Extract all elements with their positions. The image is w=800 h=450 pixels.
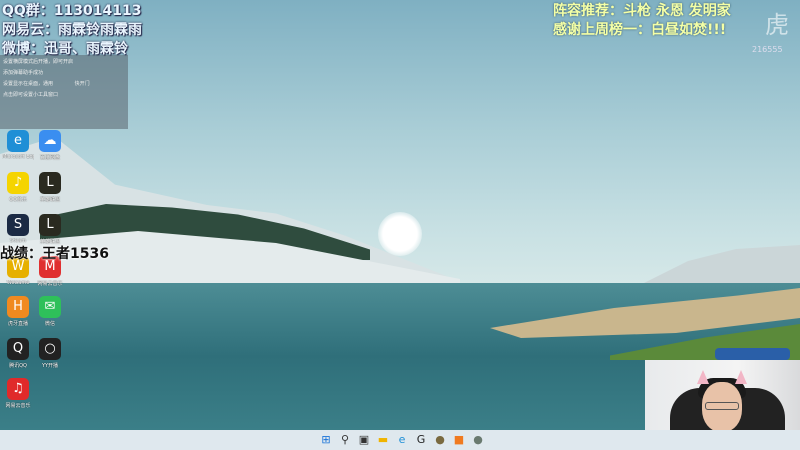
notice-panel: 设置横屏模式后开播，即可开启 添加弹幕助手成功 设置显示在桌面，通用 快开门 点…: [0, 55, 128, 129]
desktop-icon-label: 虎牙直播: [7, 321, 28, 327]
stream-info-right: 阵容推荐：斗枪 永恩 发明家 感谢上周榜一：白昼如焚!!!: [553, 2, 731, 40]
notice-line: 点击即可设置小工具窗口: [3, 92, 59, 98]
weibo-text: 微博：迅哥、雨霖铃: [2, 41, 128, 57]
desktop-icon-label: YY开播: [41, 363, 59, 369]
lineup-text: 阵容推荐：斗枪 永恩 发明家: [553, 3, 731, 19]
notice-line: 设置显示在桌面，通用 快开门: [3, 80, 125, 87]
wallpaper-sun: [378, 212, 422, 256]
desktop-icon-label: 网易云音乐: [37, 281, 63, 287]
desktop-icon-label: QQ音乐: [9, 197, 27, 203]
desktop-icon[interactable]: ♪ QQ音乐: [2, 172, 34, 212]
app-icon: L: [39, 214, 61, 236]
desktop-icon[interactable]: ♫ 网易云音乐: [2, 378, 34, 418]
taskbar-app-g-icon[interactable]: G: [415, 433, 427, 446]
desktop-icon-label: 腾讯QQ: [9, 363, 27, 369]
app-icon: L: [39, 172, 61, 194]
rank-record-text: 战绩：王者1536: [0, 246, 109, 262]
notice-line: 设置横屏模式后开播，即可开启: [3, 59, 74, 65]
stream-info-left: QQ群：113014113 网易云：雨霖铃雨霖雨 微博：迅哥、雨霖铃: [2, 2, 142, 59]
notice-line: 添加弹幕助手成功: [3, 70, 44, 76]
qq-group-text: QQ群：113014113: [2, 3, 142, 19]
app-icon: H: [7, 296, 29, 318]
desktop-icon[interactable]: Q 腾讯QQ: [2, 338, 34, 378]
notice-text: 设置显示在桌面，通用: [3, 81, 54, 87]
app-icon: ○: [39, 338, 61, 360]
desktop-icon[interactable]: ○ YY开播: [34, 338, 66, 378]
desktop-icon[interactable]: L 英雄联盟: [34, 172, 66, 212]
desktop-icon[interactable]: ✉ 微信: [34, 296, 66, 336]
desktop-icon[interactable]: ☁ 百度网盘: [34, 130, 66, 170]
glasses: [705, 402, 739, 410]
desktop-icon[interactable]: H 虎牙直播: [2, 296, 34, 336]
desktop-icon-label: WeGame: [6, 280, 30, 286]
app-icon: S: [7, 214, 29, 236]
taskbar-edge-icon[interactable]: e: [396, 433, 408, 446]
app-icon: ✉: [39, 296, 61, 318]
desktop-icon-label: 英雄联盟: [39, 197, 60, 203]
taskbar-search-icon[interactable]: ⚲: [339, 433, 351, 446]
taskbar-task-view-icon[interactable]: ▣: [358, 433, 370, 446]
taskbar: ⊞ ⚲ ▣ ▬ e G ● ■ ●: [0, 430, 800, 450]
desktop-icon-label: 网易云音乐: [5, 403, 31, 409]
desktop-icon-label: 百度网盘: [39, 155, 60, 161]
camera-name-badge: [715, 348, 790, 360]
taskbar-file-explorer-icon[interactable]: ▬: [377, 433, 389, 446]
app-icon: ♪: [7, 172, 29, 194]
app-icon: e: [7, 130, 29, 152]
taskbar-start-icon[interactable]: ⊞: [320, 433, 332, 446]
desktop-icon[interactable]: e Microsoft Edge: [2, 130, 34, 170]
huya-logo: 虎: [765, 11, 789, 39]
thanks-text: 感谢上周榜一：白昼如焚!!!: [553, 22, 727, 38]
app-icon: ☁: [39, 130, 61, 152]
taskbar-huya-icon[interactable]: ■: [453, 433, 465, 446]
app-icon: ♫: [7, 378, 29, 400]
netease-text: 网易云：雨霖铃雨霖雨: [2, 22, 142, 38]
taskbar-league-2-icon[interactable]: ●: [472, 433, 484, 446]
cat-ear-right: [735, 370, 747, 384]
taskbar-league-icon[interactable]: ●: [434, 433, 446, 446]
app-icon: Q: [7, 338, 29, 360]
desktop-icon-label: Microsoft Edge: [2, 154, 34, 160]
room-id: 216555: [752, 45, 783, 54]
desktop-icon-label: 微信: [44, 321, 55, 327]
notice-button[interactable]: 快开门: [75, 81, 90, 87]
cat-ear-left: [697, 370, 709, 384]
